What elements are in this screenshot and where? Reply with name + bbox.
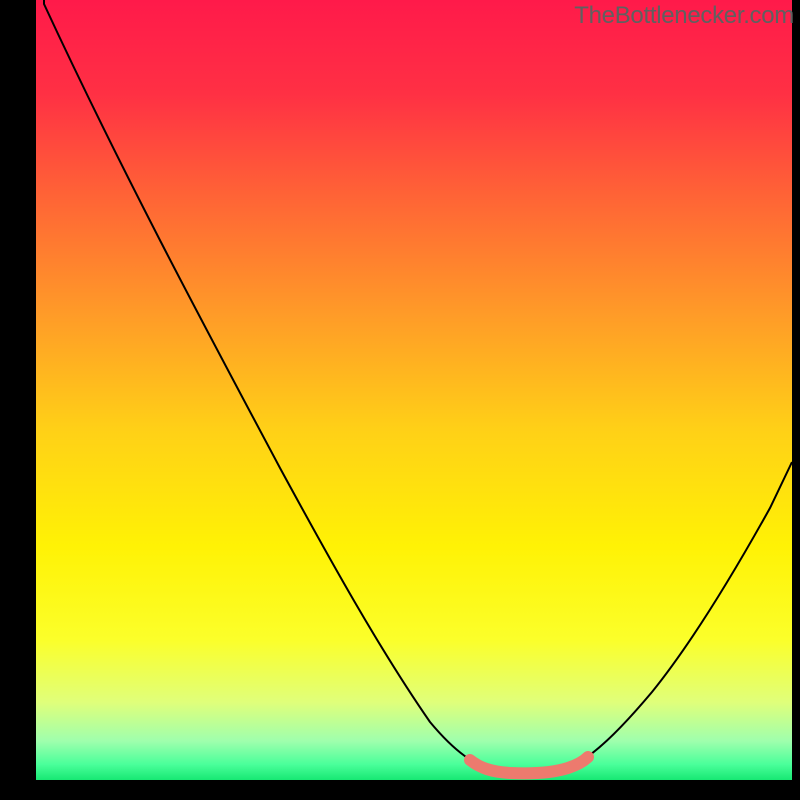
watermark-text: TheBottlenecker.com <box>574 2 794 30</box>
chart-svg <box>0 0 800 800</box>
right-border-2 <box>792 0 800 800</box>
left-border-2 <box>0 0 36 800</box>
bottleneck-chart: TheBottlenecker.com <box>0 0 800 800</box>
plot-background-full <box>36 0 792 780</box>
bottom-border-2 <box>0 780 800 800</box>
